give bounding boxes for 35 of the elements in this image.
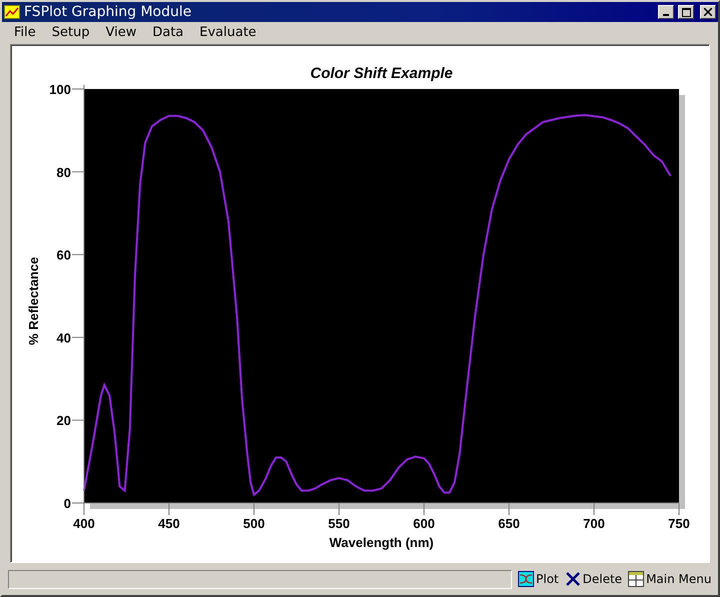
chart-icon: [518, 571, 534, 587]
x-tick-label: 450: [158, 516, 180, 531]
x-axis-label: Wavelength (nm): [329, 535, 434, 550]
x-tick-label: 400: [73, 516, 95, 531]
maximize-button[interactable]: [678, 5, 694, 19]
window-title: FSPlot Graphing Module: [24, 4, 192, 20]
y-axis-label: % Reflectance: [26, 256, 41, 346]
x-tick-label: 600: [413, 516, 435, 531]
y-tick-label: 100: [49, 82, 71, 97]
delete-button[interactable]: Delete: [564, 571, 622, 587]
y-tick-label: 20: [56, 413, 71, 428]
menu-item[interactable]: Data: [144, 25, 192, 40]
y-tick-label: 40: [56, 330, 71, 346]
chart-icon: [4, 5, 20, 19]
menu-button[interactable]: Main Menu: [628, 571, 712, 587]
y-tick-label: 80: [56, 164, 71, 180]
menu-item[interactable]: Evaluate: [192, 25, 264, 40]
menu-item[interactable]: File: [6, 25, 44, 40]
menu-item[interactable]: Setup: [44, 25, 98, 40]
maximize-icon: [682, 8, 690, 16]
close-icon: [704, 8, 712, 16]
chart-title: Color Shift Example: [310, 65, 453, 82]
window-icon: [628, 571, 644, 587]
x-tick-label: 700: [583, 516, 605, 531]
y-tick-label: 0: [64, 496, 71, 511]
x-tick-label: 500: [243, 516, 265, 531]
x-tick-label: 550: [328, 516, 350, 531]
menu-item[interactable]: View: [98, 25, 144, 40]
close-button[interactable]: [700, 5, 716, 19]
minimize-button[interactable]: [658, 5, 674, 19]
y-tick-label: 60: [56, 248, 71, 263]
x-icon: [564, 571, 581, 587]
x-tick-label: 750: [668, 516, 690, 531]
x-tick-label: 650: [498, 516, 520, 531]
plot-button[interactable]: Plot: [518, 571, 559, 587]
